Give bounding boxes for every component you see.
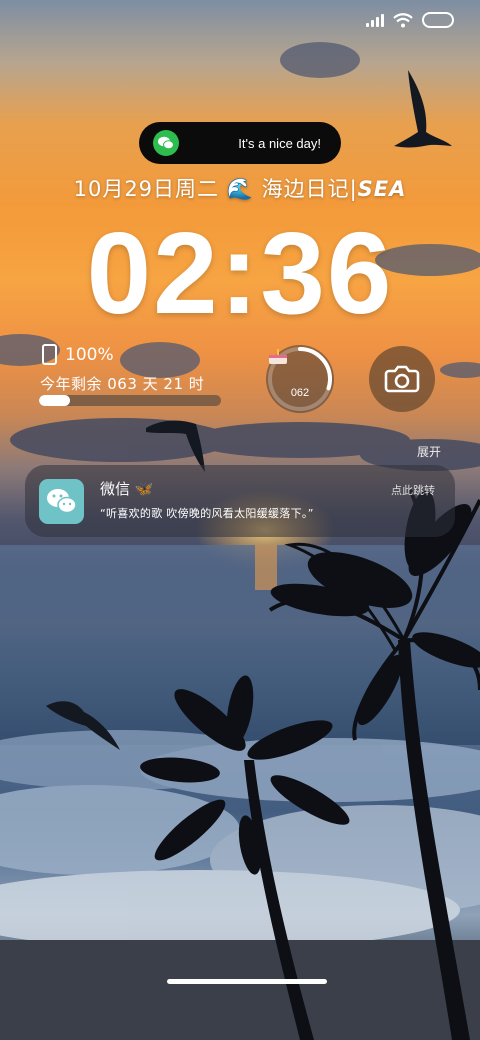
wechat-icon bbox=[153, 130, 179, 156]
countdown-ring-widget[interactable]: 062 bbox=[266, 345, 334, 413]
battery-percent: 100% bbox=[65, 344, 114, 365]
battery-row: 100% bbox=[42, 344, 114, 365]
year-progress-bar bbox=[39, 395, 221, 406]
notification-title: 微信 🦋 bbox=[100, 478, 153, 499]
notification-action[interactable]: 点此跳转 bbox=[391, 482, 435, 498]
sea-tag: SEA bbox=[357, 177, 407, 201]
home-indicator[interactable] bbox=[167, 979, 327, 984]
island-message: It's a nice day! bbox=[238, 135, 321, 151]
lockscreen-clock: 02:36 bbox=[86, 208, 394, 338]
phone-icon bbox=[42, 344, 57, 365]
dark-clouds bbox=[10, 418, 480, 471]
date-line: 10月29日周二 🌊 海边日记|SEA bbox=[73, 177, 407, 201]
date-text: 10月29日周二 bbox=[73, 177, 220, 201]
expand-button[interactable]: 展开 bbox=[417, 443, 441, 460]
year-remaining-text: 今年剩余 063 天 21 时 bbox=[40, 375, 205, 393]
year-progress-fill bbox=[39, 395, 70, 406]
dynamic-island[interactable]: It's a nice day! bbox=[139, 122, 341, 164]
wave-emoji-icon: 🌊 bbox=[226, 177, 254, 201]
butterfly-icon: 🦋 bbox=[134, 480, 154, 498]
sand bbox=[0, 940, 480, 1040]
camera-icon bbox=[384, 365, 420, 393]
status-bar bbox=[366, 12, 454, 28]
cake-icon bbox=[269, 345, 287, 364]
notification-message: “听喜欢的歌 吹傍晚的风看太阳缓缓落下。” bbox=[100, 507, 314, 520]
wechat-notification[interactable]: 微信 🦋 点此跳转 “听喜欢的歌 吹傍晚的风看太阳缓缓落下。” bbox=[25, 465, 455, 537]
battery-icon bbox=[422, 12, 454, 28]
camera-button[interactable] bbox=[369, 346, 435, 412]
journal-label: 海边日记 bbox=[261, 177, 350, 201]
wechat-icon bbox=[39, 479, 84, 524]
signal-icon bbox=[366, 13, 384, 27]
notification-app-name: 微信 bbox=[100, 480, 131, 498]
countdown-value: 062 bbox=[290, 387, 310, 399]
wifi-icon bbox=[393, 12, 413, 27]
